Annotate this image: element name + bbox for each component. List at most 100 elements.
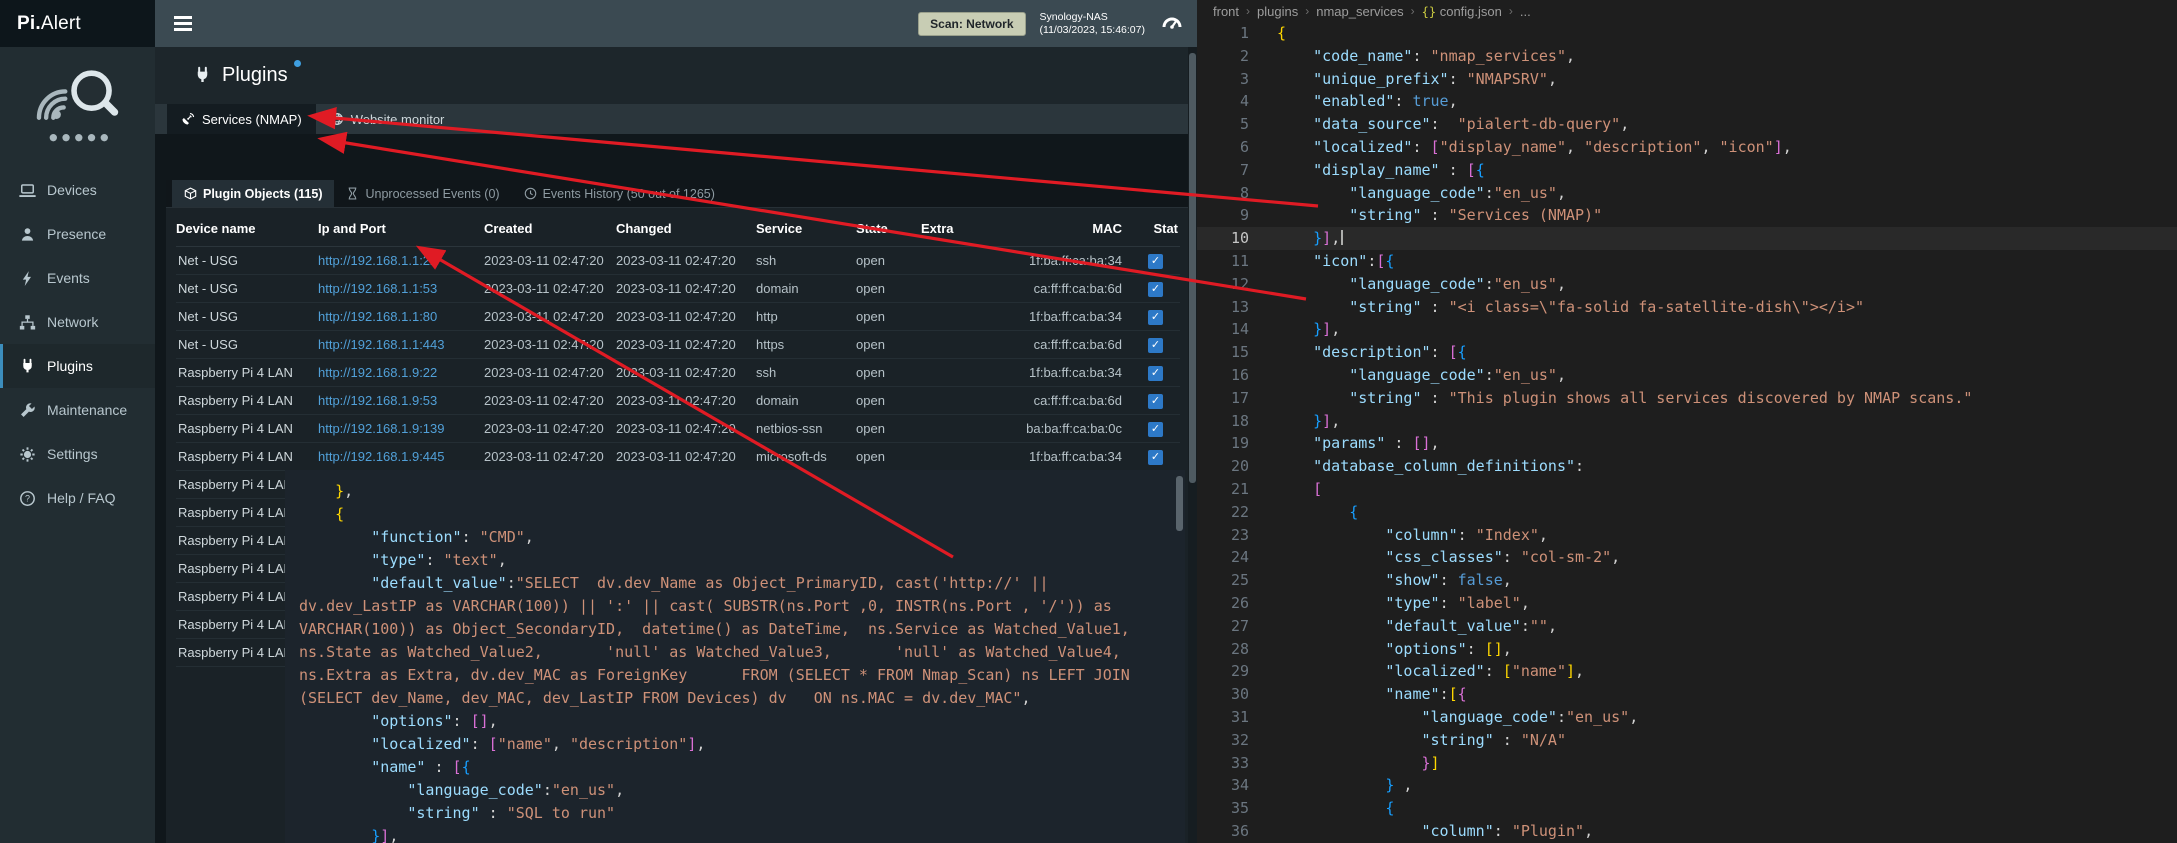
page-scrollbar-thumb[interactable]: [1189, 53, 1196, 483]
cell-mac: 1f:ba:ff:ca:ba:34: [999, 358, 1130, 386]
tab-services-nmap[interactable]: Services (NMAP): [167, 104, 316, 134]
cell-device-name: Raspberry Pi 4 LAN: [176, 386, 318, 414]
sidebar-item-label: Plugins: [47, 358, 93, 374]
code-line-17: 17 "string" : "This plugin shows all ser…: [1197, 387, 2177, 410]
sidebar-item-label: Events: [47, 270, 90, 286]
overlay-code-line: {: [299, 503, 1155, 526]
line-number: 4: [1197, 90, 1271, 113]
ip-port-link[interactable]: http://192.168.1.9:53: [318, 393, 437, 408]
cell-state: open: [856, 386, 921, 414]
maintenance-icon: [19, 402, 36, 419]
subtab-plugin-objects-115[interactable]: Plugin Objects (115): [172, 180, 334, 207]
cell-service: https: [756, 330, 856, 358]
cell-extra: [921, 246, 999, 274]
cell-changed: 2023-03-11 02:47:20: [616, 414, 756, 442]
code-line-11: 11 "icon":[{: [1197, 250, 2177, 273]
breadcrumb-item-nmap-services[interactable]: nmap_services: [1316, 4, 1403, 19]
breadcrumb-item-front[interactable]: front: [1213, 4, 1239, 19]
cell-changed: 2023-03-11 02:47:20: [616, 358, 756, 386]
row-checkbox[interactable]: ✓: [1148, 254, 1163, 269]
scan-status-badge[interactable]: Scan: Network: [918, 12, 1025, 36]
line-number: 7: [1197, 159, 1271, 182]
line-number: 16: [1197, 364, 1271, 387]
code-line-22: 22 {: [1197, 501, 2177, 524]
gauge-icon[interactable]: [1159, 11, 1185, 37]
row-checkbox[interactable]: ✓: [1148, 394, 1163, 409]
row-checkbox[interactable]: ✓: [1148, 282, 1163, 297]
overlay-scrollbar-thumb[interactable]: [1176, 476, 1183, 531]
overlay-code-window: }, { "function": "CMD", "type": "text", …: [285, 470, 1185, 843]
cell-status: ✓: [1130, 330, 1180, 358]
cell-status: ✓: [1130, 358, 1180, 386]
code-line-25: 25 "show": false,: [1197, 569, 2177, 592]
cell-service: ssh: [756, 358, 856, 386]
line-number: 26: [1197, 592, 1271, 615]
hamburger-icon[interactable]: [155, 16, 211, 30]
app-brand[interactable]: Pi.Alert: [0, 0, 155, 47]
code-line-16: 16 "language_code":"en_us",: [1197, 364, 2177, 387]
line-number: 11: [1197, 250, 1271, 273]
code-line-14: 14 }],: [1197, 318, 2177, 341]
cell-created: 2023-03-11 02:47:20: [484, 386, 616, 414]
subtab-label: Unprocessed Events (0): [365, 187, 499, 201]
line-number: 31: [1197, 706, 1271, 729]
ip-port-link[interactable]: http://192.168.1.1:53: [318, 281, 437, 296]
plug-icon: [193, 66, 212, 85]
cell-ip-port: http://192.168.1.9:445: [318, 442, 484, 470]
devices-icon: [19, 182, 36, 199]
code-line-9: 9 "string" : "Services (NMAP)": [1197, 204, 2177, 227]
code-line-1: 1{: [1197, 22, 2177, 45]
sidebar-item-network[interactable]: Network: [0, 300, 155, 344]
overlay-code-line: }],: [299, 825, 1155, 843]
line-number: 32: [1197, 729, 1271, 752]
sidebar-item-maintenance[interactable]: Maintenance: [0, 388, 155, 432]
events-icon: [19, 270, 36, 287]
row-checkbox[interactable]: ✓: [1148, 338, 1163, 353]
ip-port-link[interactable]: http://192.168.1.9:139: [318, 421, 445, 436]
row-checkbox[interactable]: ✓: [1148, 310, 1163, 325]
breadcrumb-item-[interactable]: ...: [1520, 4, 1531, 19]
brand-rest: Alert: [41, 13, 81, 34]
settings-icon: [19, 446, 36, 463]
cell-status: ✓: [1130, 274, 1180, 302]
svg-text:?: ?: [25, 493, 30, 503]
row-checkbox[interactable]: ✓: [1148, 422, 1163, 437]
row-checkbox[interactable]: ✓: [1148, 450, 1163, 465]
cell-status: ✓: [1130, 246, 1180, 274]
cell-device-name: Raspberry Pi 4 LAN: [176, 358, 318, 386]
code-line-3: 3 "unique_prefix": "NMAPSRV",: [1197, 68, 2177, 91]
cell-service: ssh: [756, 246, 856, 274]
line-number: 21: [1197, 478, 1271, 501]
sidebar-item-devices[interactable]: Devices: [0, 168, 155, 212]
cell-service: domain: [756, 386, 856, 414]
sidebar-item-help-faq[interactable]: ?Help / FAQ: [0, 476, 155, 520]
editor-code[interactable]: 1{2 "code_name": "nmap_services",3 "uniq…: [1197, 22, 2177, 843]
line-number: 1: [1197, 22, 1271, 45]
breadcrumb-item-plugins[interactable]: plugins: [1257, 4, 1298, 19]
subtab-unprocessed-events-0[interactable]: Unprocessed Events (0): [334, 180, 511, 207]
row-checkbox[interactable]: ✓: [1148, 366, 1163, 381]
cell-changed: 2023-03-11 02:47:20: [616, 302, 756, 330]
cell-ip-port: http://192.168.1.9:53: [318, 386, 484, 414]
ip-port-link[interactable]: http://192.168.1.1:80: [318, 309, 437, 324]
page-scrollbar[interactable]: [1188, 47, 1197, 843]
ip-port-link[interactable]: http://192.168.1.9:22: [318, 365, 437, 380]
plugin-subtabs: Plugin Objects (115) Unprocessed Events (…: [166, 180, 1188, 208]
code-line-7: 7 "display_name" : [{: [1197, 159, 2177, 182]
cell-ip-port: http://192.168.1.1:80: [318, 302, 484, 330]
code-editor: front›plugins›nmap_services›{} config.js…: [1197, 0, 2177, 843]
ip-port-link[interactable]: http://192.168.1.1:443: [318, 337, 445, 352]
sidebar-item-settings[interactable]: Settings: [0, 432, 155, 476]
cell-state: open: [856, 442, 921, 470]
ip-port-link[interactable]: http://192.168.1.1:22: [318, 253, 437, 268]
sidebar-item-presence[interactable]: Presence: [0, 212, 155, 256]
topbar: Scan: Network Synology-NAS (11/03/2023, …: [155, 0, 1197, 47]
cell-ip-port: http://192.168.1.1:22: [318, 246, 484, 274]
sidebar-item-events[interactable]: Events: [0, 256, 155, 300]
sidebar-item-plugins[interactable]: Plugins: [0, 344, 155, 388]
breadcrumb-item-config-json[interactable]: {} config.json: [1422, 4, 1502, 19]
tab-website-monitor[interactable]: Website monitor: [316, 104, 459, 134]
cell-state: open: [856, 414, 921, 442]
subtab-events-history-50-out-of-1265[interactable]: Events History (50 out of 1265): [512, 180, 727, 207]
ip-port-link[interactable]: http://192.168.1.9:445: [318, 449, 445, 464]
